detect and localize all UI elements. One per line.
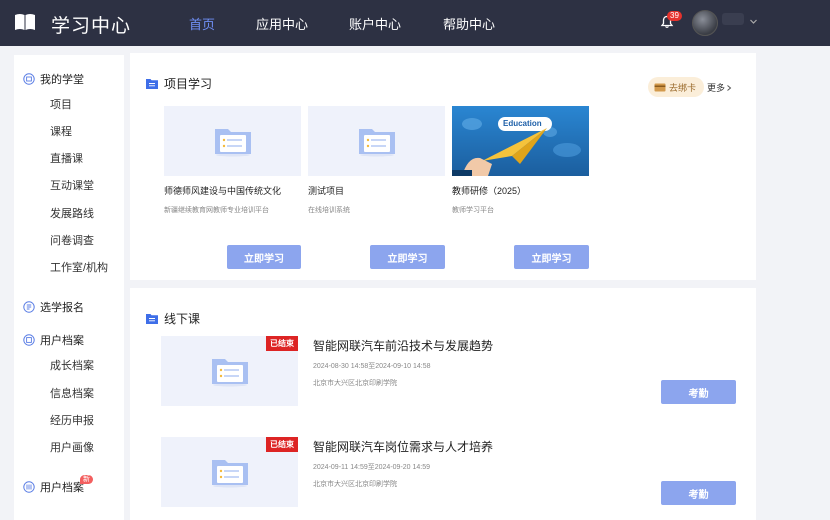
sidebar-group-profile-new[interactable]: 用户档案 [23,479,84,495]
user-name[interactable] [722,13,744,25]
project-card[interactable]: 师德师风建设与中国传统文化 新疆继续教育网教师专业培训平台 [164,106,301,215]
course-thumbnail[interactable]: 已结束 [161,437,298,507]
card-icon [654,83,666,91]
chevron-down-icon[interactable] [749,17,758,26]
status-badge: 已结束 [266,336,298,351]
book-logo-icon [15,14,35,30]
sidebar-item-project[interactable]: 项目 [50,96,72,112]
folder-title-icon [146,314,158,324]
start-learning-button[interactable]: 立即学习 [514,245,589,269]
nav-app-center[interactable]: 应用中心 [256,14,308,33]
education-photo: Education [452,106,589,176]
sidebar-item-survey[interactable]: 问卷调查 [50,232,94,248]
profile-circle-icon [23,334,35,346]
enroll-circle-icon [23,301,35,313]
project-source: 教师学习平台 [452,207,494,214]
status-badge: 已结束 [266,437,298,452]
course-time: 2024-08-30 14:58至2024-09-10 14:58 [313,363,431,370]
sidebar-item-path[interactable]: 发展路线 [50,205,94,221]
course-time: 2024-09-11 14:59至2024-09-20 14:59 [313,464,431,471]
sidebar-group-enroll[interactable]: 选学报名 [23,299,84,315]
project-source: 新疆继续教育网教师专业培训平台 [164,207,269,214]
attendance-button[interactable]: 考勤 [661,481,736,505]
nav-account-center[interactable]: 账户中心 [349,14,401,33]
sidebar-item-studio[interactable]: 工作室/机构 [50,259,108,275]
start-learning-button[interactable]: 立即学习 [227,245,301,269]
app-title: 学习中心 [51,16,132,37]
folder-illustration-icon [358,129,395,157]
course-title[interactable]: 智能网联汽车岗位需求与人才培养 [313,438,493,455]
course-location: 北京市大兴区北京印刷学院 [313,481,397,488]
course-title[interactable]: 智能网联汽车前沿技术与发展趋势 [313,337,493,354]
project-thumbnail [164,106,301,176]
project-section-title: 项目学习 [146,75,212,92]
attendance-button[interactable]: 考勤 [661,380,736,404]
sidebar-item-live[interactable]: 直播课 [50,150,83,166]
home-circle-icon [23,73,35,85]
project-card[interactable]: 测试项目 在线培训系统 [308,106,445,215]
project-name: 师德师风建设与中国传统文化 [164,186,282,196]
education-label: Education [503,119,542,128]
notification-badge: 39 [667,11,682,21]
folder-illustration-icon [211,460,248,488]
folder-illustration-icon [214,129,251,157]
sidebar-group-label: 用户档案 [40,482,84,494]
grid-circle-icon [23,481,35,493]
sidebar-group-label: 选学报名 [40,302,84,314]
education-image [452,106,589,176]
bind-card-button[interactable]: 去绑卡 [648,77,705,97]
course-location: 北京市大兴区北京印刷学院 [313,380,397,387]
offline-course-panel: 线下课 已结束 智能网联汽车前沿技术与发展趋势 2024-08-30 14:58… [130,288,756,520]
sidebar-item-interactive[interactable]: 互动课堂 [50,177,94,193]
sidebar-item-course[interactable]: 课程 [50,123,72,139]
sidebar: 我的学堂 项目 课程 直播课 互动课堂 发展路线 问卷调查 工作室/机构 选学报… [14,55,124,520]
sidebar-group-label: 用户档案 [40,335,84,347]
sidebar-item-experience[interactable]: 经历申报 [50,412,94,428]
nav-home[interactable]: 首页 [189,14,215,33]
project-name: 教师研修（2025） [452,186,527,196]
start-learning-button[interactable]: 立即学习 [370,245,445,269]
nav-help-center[interactable]: 帮助中心 [443,14,495,33]
project-source: 在线培训系统 [308,207,350,214]
sidebar-group-my-school[interactable]: 我的学堂 [23,71,84,87]
course-thumbnail[interactable]: 已结束 [161,336,298,406]
sidebar-group-profile[interactable]: 用户档案 [23,332,84,348]
project-card[interactable]: Education 教师研修（2025） 教师学习平台 [452,106,589,215]
sidebar-item-portrait[interactable]: 用户画像 [50,439,94,455]
avatar[interactable] [692,10,718,36]
chevron-right-icon [727,84,732,91]
more-link[interactable]: 更多 [707,81,733,94]
project-thumbnail [308,106,445,176]
sidebar-group-label: 我的学堂 [40,74,84,86]
folder-illustration-icon [211,359,248,387]
top-header: 学习中心 首页 应用中心 账户中心 帮助中心 39 [0,0,830,46]
project-learning-panel: 项目学习 去绑卡 更多 师德师风建设与中国传统文化 新疆继续教育网教师专业培训平… [130,53,756,280]
folder-title-icon [146,79,158,89]
new-badge: 新 [80,475,93,484]
project-name: 测试项目 [308,186,345,196]
sidebar-item-info[interactable]: 信息档案 [50,385,94,401]
sidebar-item-growth[interactable]: 成长档案 [50,357,94,373]
offline-section-title: 线下课 [146,310,200,327]
